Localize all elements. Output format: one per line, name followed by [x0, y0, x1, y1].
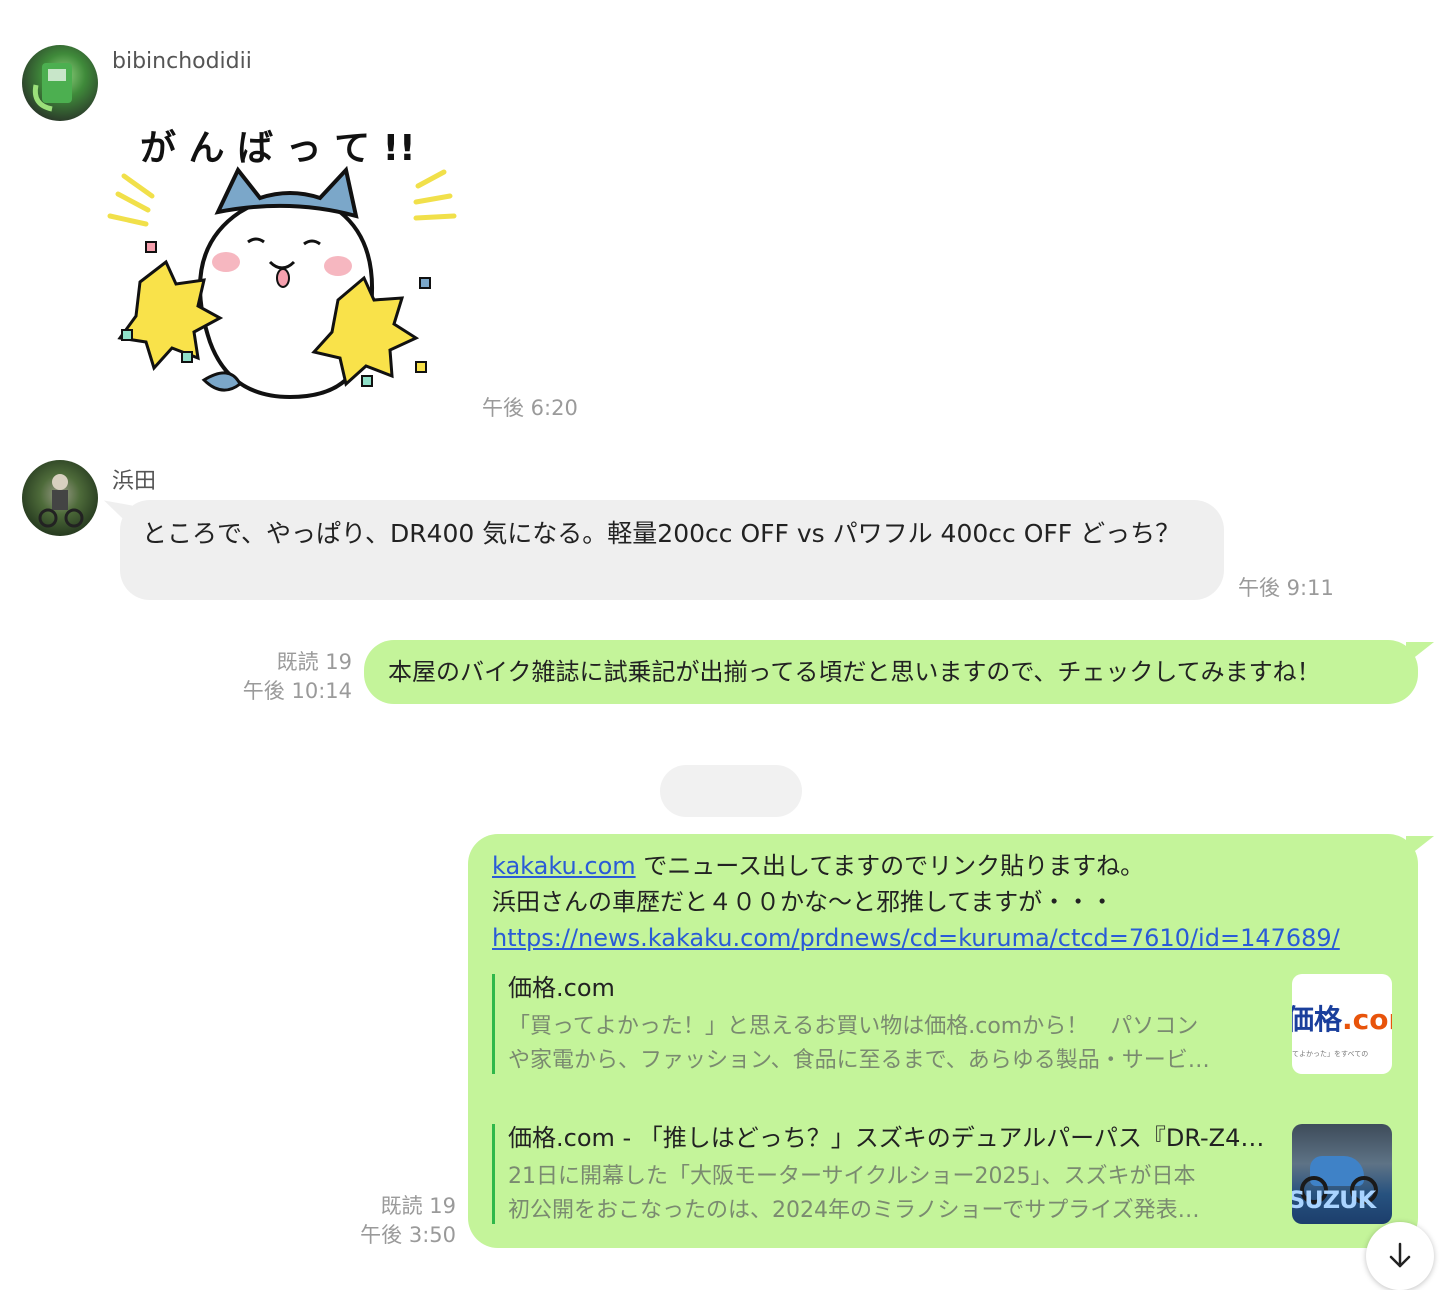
outgoing-message-bubble[interactable]: 本屋のバイク雑誌に試乗記が出揃ってる頃だと思いますので、チェックしてみますね！: [364, 640, 1418, 704]
preview-desc-line: 初公開をおこなったのは、2024年のミラノショーでサプライズ発表…: [508, 1198, 1200, 1223]
arrow-down-icon: [1389, 1242, 1411, 1268]
outgoing-message-bubble[interactable]: kakaku.com でニュース出してますのでリンク貼りますね。 浜田さんの車歴…: [468, 834, 1418, 1248]
message-time: 午後 10:14: [242, 679, 352, 703]
sticker-lettering: が ん ば っ て !!: [140, 128, 416, 169]
preview-thumbnail-motorcycle: SUZUK: [1292, 1124, 1392, 1224]
cheering-cat-sticker[interactable]: が ん ば っ て !!: [100, 112, 470, 412]
link-preview-news[interactable]: 価格.com - 「推しはどっち？」スズキのデュアルパーパス『DR-Z4S… 2…: [492, 1124, 1392, 1224]
message-time: 午後 3:50: [360, 1223, 456, 1247]
message-text: ところで、やっぱり、DR400 気になる。軽量200cc OFF vs パワフル…: [142, 519, 1181, 548]
date-separator: [660, 765, 802, 817]
message-time: 午後 9:11: [1238, 576, 1334, 600]
kakaku-logo-tagline: てよかった」をすべての: [1292, 1050, 1369, 1058]
preview-thumbnail-kakaku-logo: 価格.com てよかった」をすべての: [1292, 974, 1392, 1074]
message-time: 午後 6:20: [482, 396, 578, 420]
avatar-bibinchodidii[interactable]: [22, 45, 98, 121]
suzuki-brand-text: SUZUK: [1292, 1186, 1376, 1214]
preview-accent-bar: [492, 974, 495, 1074]
preview-description: 「買ってよかった！」と思えるお買い物は価格.comから！ パソコン や家電から、…: [508, 1010, 1268, 1078]
avatar-hamada[interactable]: [22, 460, 98, 536]
preview-title: 価格.com - 「推しはどっち？」スズキのデュアルパーパス『DR-Z4S…: [508, 1124, 1268, 1152]
news-url-link[interactable]: https://news.kakaku.com/prdnews/cd=kurum…: [492, 924, 1340, 952]
message-text: 本屋のバイク雑誌に試乗記が出揃ってる頃だと思いますので、チェックしてみますね！: [388, 658, 1321, 686]
sender-name: bibinchodidii: [112, 49, 252, 74]
link-preview-kakaku[interactable]: 価格.com 「買ってよかった！」と思えるお買い物は価格.comから！ パソコン…: [492, 974, 1392, 1074]
preview-desc-line: 21日に開幕した「大阪モーターサイクルショー2025」、スズキが日本: [508, 1164, 1196, 1189]
message-line: kakaku.com でニュース出してますのでリンク貼りますね。: [492, 848, 1394, 884]
kakaku-logo-main: 価格: [1292, 1003, 1343, 1036]
message-text: 浜田さんの車歴だと４００かな〜と邪推してますが・・・: [492, 888, 1115, 916]
incoming-message-bubble[interactable]: ところで、やっぱり、DR400 気になる。軽量200cc OFF vs パワフル…: [120, 500, 1224, 600]
read-receipt: 既読 19: [276, 650, 352, 674]
preview-title: 価格.com: [508, 974, 615, 1002]
kakaku-logo: 価格.com: [1292, 1002, 1392, 1038]
message-status: 既読 19 午後 3:50: [300, 1192, 456, 1250]
preview-desc-line: 「買ってよかった！」と思えるお買い物は価格.comから！ パソコン: [508, 1014, 1199, 1039]
kakaku-logo-suffix: .com: [1342, 1003, 1392, 1036]
message-status: 既読 19 午後 10:14: [200, 648, 352, 706]
sender-name: 浜田: [112, 469, 157, 494]
read-receipt: 既読 19: [380, 1194, 456, 1218]
scroll-to-bottom-button[interactable]: [1366, 1222, 1434, 1290]
preview-accent-bar: [492, 1124, 495, 1224]
preview-desc-line: や家電から、ファッション、食品に至るまで、あらゆる製品・サービ…: [508, 1048, 1210, 1073]
message-text: でニュース出してますのでリンク貼りますね。: [635, 852, 1145, 880]
kakaku-link[interactable]: kakaku.com: [492, 852, 636, 880]
preview-description: 21日に開幕した「大阪モーターサイクルショー2025」、スズキが日本 初公開をお…: [508, 1160, 1268, 1228]
